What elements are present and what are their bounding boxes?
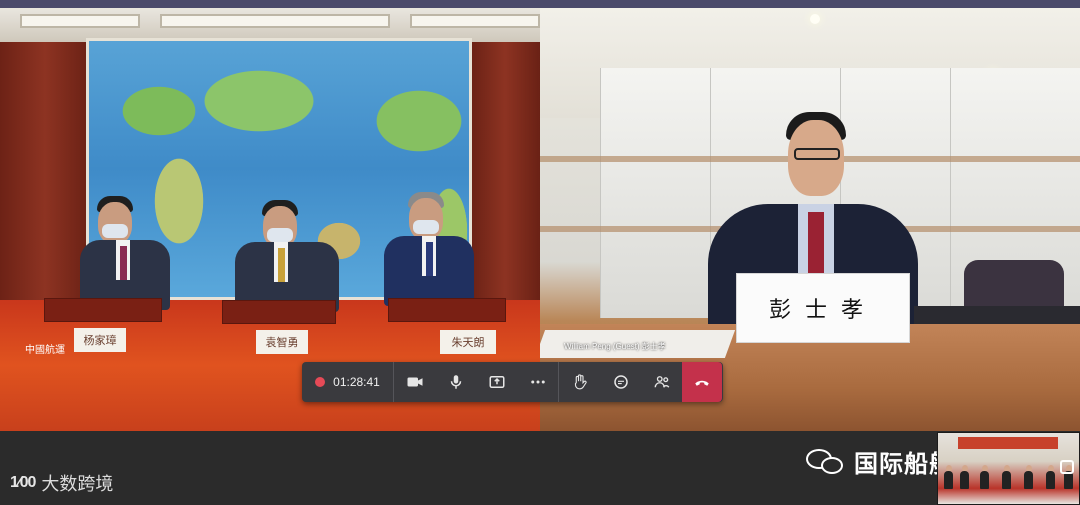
camera-icon[interactable] [1060,460,1074,474]
glass-wall [600,68,710,318]
recording-indicator: 01:28:41 [302,362,394,402]
ceiling-light [20,14,140,28]
self-view-thumbnail[interactable] [937,432,1080,505]
raise-hand-button[interactable] [559,362,600,402]
microphone-icon [450,375,461,389]
raise-hand-icon [574,374,587,390]
watermark-logo: 1⁄00 大数跨境 [10,470,113,496]
signing-folder [222,300,336,324]
chat-icon [613,375,628,389]
ceiling-light [160,14,390,28]
more-options-button[interactable] [517,362,558,402]
person [980,471,989,489]
glasses [794,148,840,160]
company-logo-text: 中國航運 [25,345,65,356]
person [1024,471,1033,489]
tie [120,246,127,280]
nameplate: 杨家璋 [74,328,126,352]
face-mask [413,220,439,234]
nameplate: 彭士孝 [736,273,910,343]
logo-text: 大数跨境 [41,474,114,494]
tie [426,242,433,276]
keyboard [914,306,1080,324]
person [944,471,953,489]
nameplate: 袁智勇 [256,330,308,354]
ceiling-light [410,14,540,28]
participants-icon [654,376,669,388]
hang-up-button[interactable] [682,362,722,402]
share-screen-button[interactable] [476,362,517,402]
wall-panel [0,42,90,312]
camera-icon [407,377,422,387]
tie [278,248,285,282]
top-strip [0,0,1080,8]
nameplate: 朱天朗 [440,330,496,354]
hang-up-icon [695,380,709,386]
person [1046,471,1055,489]
participants-button[interactable] [641,362,682,402]
signing-folder [44,298,162,322]
banner [958,437,1058,449]
meeting-window: 杨家璋 袁智勇 朱天朗 中國航運 彭士孝 William Peng (Guest… [0,0,1080,505]
face-mask [267,228,293,242]
more-icon [530,380,545,384]
ceiling-light [810,14,820,24]
share-screen-icon [489,376,504,388]
camera-button[interactable] [394,362,435,402]
wall-panel [470,42,540,312]
face-mask [102,224,128,238]
participant-name-label: William Peng (Guest) 彭士孝 [564,342,666,351]
person [960,471,969,489]
record-dot-icon [315,377,326,387]
wechat-icon [806,448,846,475]
signing-folder [388,298,506,322]
recording-timer: 01:28:41 [333,375,380,389]
person [1002,471,1011,489]
ceiling [0,8,540,42]
meeting-control-bar: 01:28:41 [302,362,723,402]
microphone-button[interactable] [435,362,476,402]
logo-mark: 1⁄00 [10,474,36,491]
tie [808,212,824,276]
chat-button[interactable] [600,362,641,402]
